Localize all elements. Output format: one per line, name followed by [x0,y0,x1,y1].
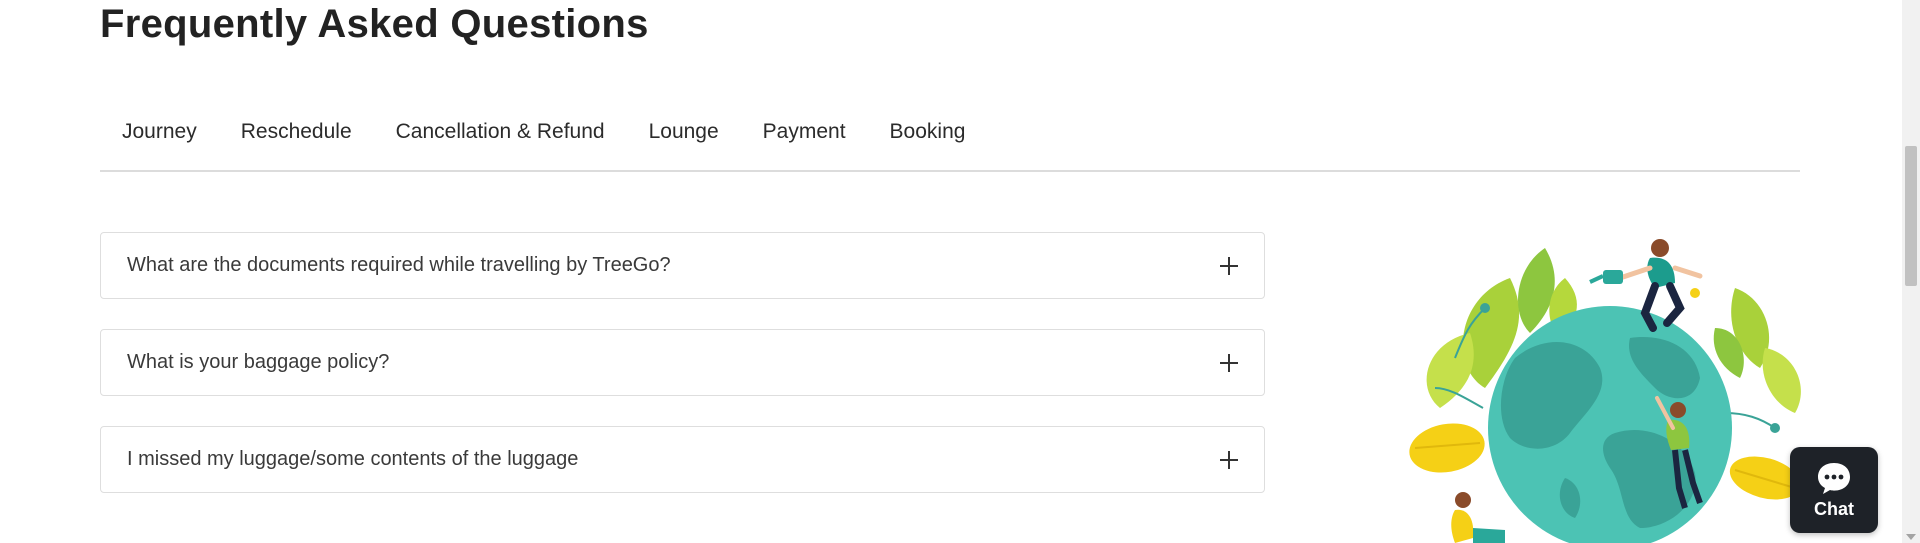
faq-tabs: Journey Reschedule Cancellation & Refund… [100,108,1800,172]
tab-payment[interactable]: Payment [741,108,868,144]
scrollbar-thumb[interactable] [1905,146,1917,286]
page-title: Frequently Asked Questions [100,2,649,46]
chat-label: Chat [1814,498,1854,519]
scrollbar[interactable] [1902,0,1920,543]
tab-booking[interactable]: Booking [868,108,988,144]
chat-button[interactable]: Chat [1790,447,1878,533]
faq-list: What are the documents required while tr… [100,232,1265,523]
faq-question: I missed my luggage/some contents of the… [127,448,579,470]
tab-lounge[interactable]: Lounge [627,108,741,144]
faq-item-baggage[interactable]: What is your baggage policy? [100,329,1265,396]
tab-reschedule[interactable]: Reschedule [219,108,374,144]
tab-journey[interactable]: Journey [100,108,219,144]
faq-page: Frequently Asked Questions Journey Resch… [0,0,1920,543]
plus-icon[interactable] [1218,352,1240,374]
tab-cancellation-refund[interactable]: Cancellation & Refund [374,108,627,144]
plus-icon[interactable] [1218,255,1240,277]
faq-question: What are the documents required while tr… [127,254,671,276]
globe [1488,306,1732,543]
person-left [1451,492,1505,543]
faq-item-documents[interactable]: What are the documents required while tr… [100,232,1265,299]
scroll-down-arrow-icon[interactable] [1906,534,1916,540]
chat-bubble-icon [1818,462,1850,494]
earth-illustration [1409,239,1801,543]
faq-question: What is your baggage policy? [127,351,390,373]
plus-icon[interactable] [1218,449,1240,471]
faq-item-missed-luggage[interactable]: I missed my luggage/some contents of the… [100,426,1265,493]
